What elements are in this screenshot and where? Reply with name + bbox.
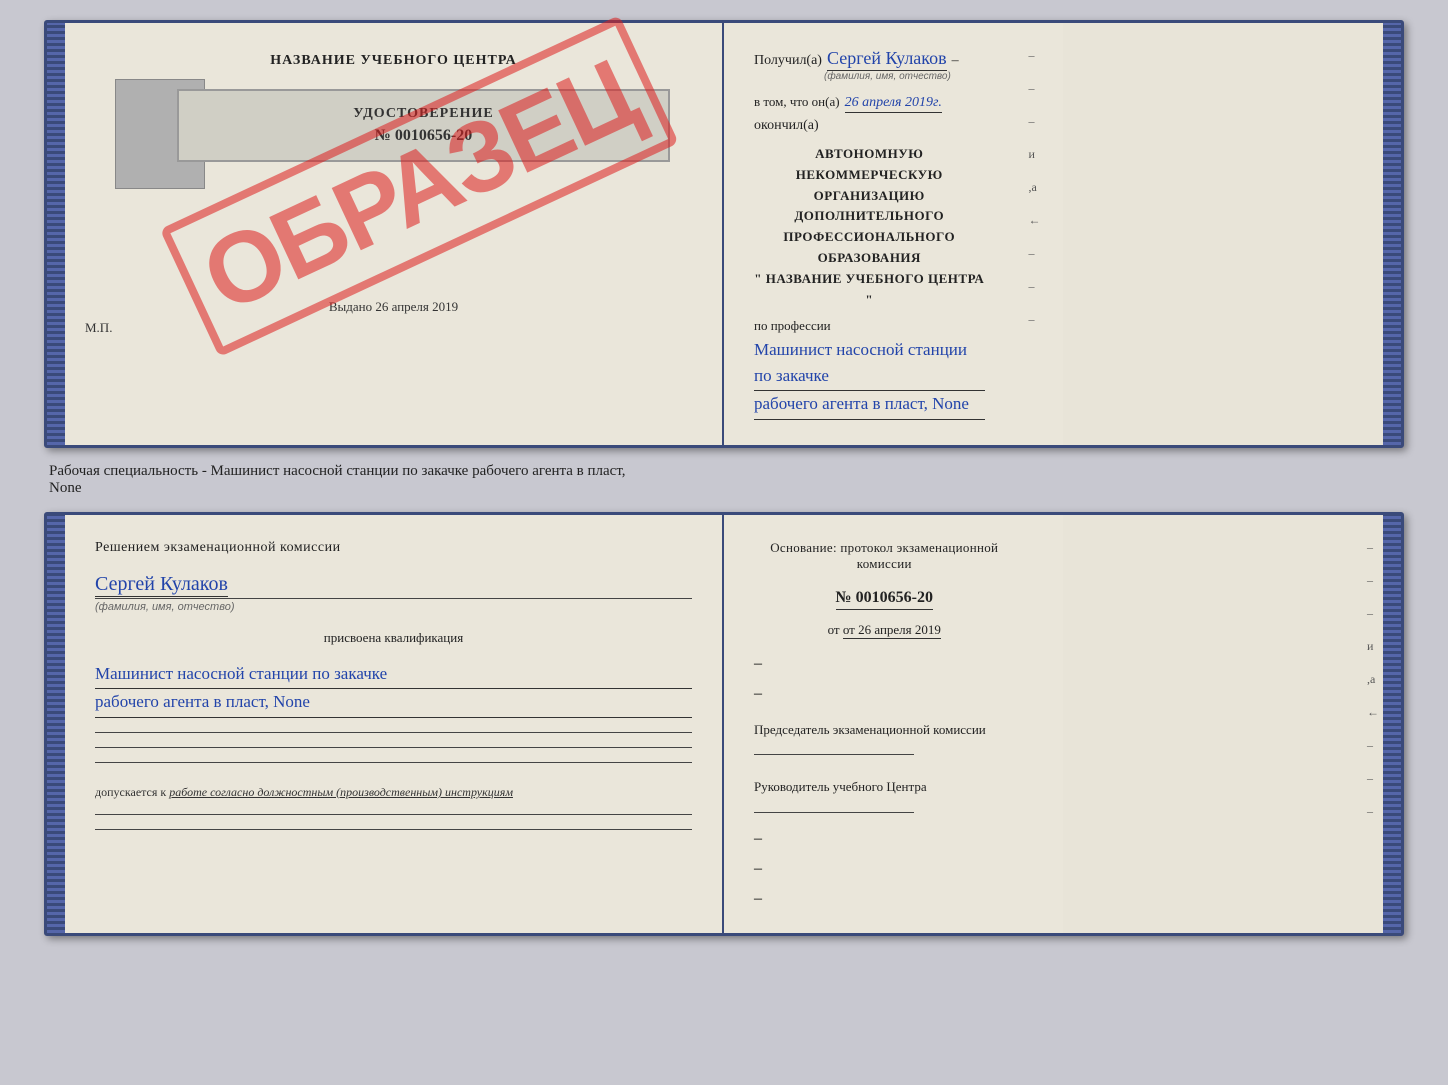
name-hint-top: (фамилия, имя, отчество) bbox=[824, 71, 951, 82]
dash-4: – bbox=[1029, 246, 1041, 261]
po-professii-label: по профессии bbox=[754, 318, 985, 334]
dash-2: – bbox=[1029, 81, 1041, 96]
predsedatel-label: Председатель экзаменационной комиссии bbox=[754, 720, 1015, 740]
dash-r2: – bbox=[754, 860, 762, 877]
spine-right bbox=[1383, 23, 1401, 445]
top-certificate-book: НАЗВАНИЕ УЧЕБНОГО ЦЕНТРА УДОСТОВЕРЕНИЕ №… bbox=[44, 20, 1404, 448]
vtom-label: в том, что он(а) bbox=[754, 94, 840, 110]
rukovoditel-label: Руководитель учебного Центра bbox=[754, 777, 1015, 797]
bdash-3: – bbox=[1367, 606, 1379, 621]
dash-r3: – bbox=[754, 890, 762, 907]
dash-ot: – bbox=[754, 655, 762, 672]
profession-line2-bottom: рабочего агента в пласт, None bbox=[95, 689, 692, 718]
line-sep-5 bbox=[95, 829, 692, 830]
chairman-block: Председатель экзаменационной комиссии bbox=[754, 720, 1015, 756]
resheniem-line: Решением экзаменационной комиссии bbox=[95, 540, 692, 556]
bdash-6: – bbox=[1367, 804, 1379, 819]
bottom-right-page: Основание: протокол экзаменационной коми… bbox=[724, 515, 1063, 933]
bottom-left-inner: Решением экзаменационной комиссии Сергей… bbox=[95, 540, 692, 830]
dopusk-italic: работе согласно должностным (производств… bbox=[169, 785, 513, 799]
spine-left bbox=[47, 23, 65, 445]
okonchil-label: окончил(а) bbox=[754, 118, 819, 134]
dopusk-label: допускается к bbox=[95, 785, 166, 799]
cert-title: НАЗВАНИЕ УЧЕБНОГО ЦЕНТРА bbox=[270, 53, 516, 69]
bdash-и: и bbox=[1367, 639, 1379, 654]
ot-prefix: от bbox=[828, 622, 840, 637]
protocol-number: № 0010656-20 bbox=[836, 589, 933, 610]
bdash-2: – bbox=[1367, 573, 1379, 588]
dash-arrow: ← bbox=[1029, 213, 1041, 228]
vydano-line: Выдано 26 апреля 2019 bbox=[329, 299, 458, 315]
bdash-4: – bbox=[1367, 738, 1379, 753]
rukovoditel-signature bbox=[754, 812, 914, 813]
bottom-label-block: Рабочая специальность - Машинист насосно… bbox=[44, 463, 1404, 497]
dash-а: ,а bbox=[1029, 180, 1041, 195]
bdash-а: ,а bbox=[1367, 672, 1379, 687]
bottom-right-wrapper: – – – и ,а ← – – – Основание: протокол э… bbox=[724, 515, 1401, 933]
cert-left-page: НАЗВАНИЕ УЧЕБНОГО ЦЕНТРА УДОСТОВЕРЕНИЕ №… bbox=[47, 23, 724, 445]
dash-1: – bbox=[1029, 48, 1041, 63]
bdash-arrow: ← bbox=[1367, 705, 1379, 720]
udostoverenie-block: УДОСТОВЕРЕНИЕ № 0010656-20 bbox=[177, 89, 671, 162]
bottom-right-dashes: – – – и ,а ← – – – bbox=[1367, 540, 1379, 819]
line-sep-4 bbox=[95, 814, 692, 815]
line-sep-2 bbox=[95, 747, 692, 748]
udostoverenie-number: № 0010656-20 bbox=[204, 127, 644, 145]
bottom-label-text: Рабочая специальность - Машинист насосно… bbox=[44, 463, 1404, 480]
dash-r1: – bbox=[754, 830, 762, 847]
right-dashes: – – – и ,а ← – – – bbox=[1029, 48, 1041, 327]
cert-right-wrapper: – – – и ,а ← – – – Получил(а) Сергей Кул… bbox=[724, 23, 1401, 445]
mp-line: М.П. bbox=[85, 320, 112, 336]
bottom-spine-left bbox=[47, 515, 65, 933]
dash-5: – bbox=[1029, 279, 1041, 294]
document-wrapper: НАЗВАНИЕ УЧЕБНОГО ЦЕНТРА УДОСТОВЕРЕНИЕ №… bbox=[44, 20, 1404, 936]
person-name-bottom: Сергей Кулаков bbox=[95, 573, 228, 597]
dash-6: – bbox=[1029, 312, 1041, 327]
profession-line1-bottom: Машинист насосной станции по закачке bbox=[95, 661, 692, 690]
chairman-signature bbox=[754, 754, 914, 755]
dash-3: – bbox=[1029, 114, 1041, 129]
bottom-spine-right bbox=[1383, 515, 1401, 933]
ot-line: от от 26 апреля 2019 bbox=[754, 622, 1015, 638]
dopuskaetsya-line: допускается к работе согласно должностны… bbox=[95, 785, 692, 800]
ot-date: от 26 апреля 2019 bbox=[843, 622, 941, 639]
cert-left-inner: НАЗВАНИЕ УЧЕБНОГО ЦЕНТРА УДОСТОВЕРЕНИЕ №… bbox=[85, 43, 702, 315]
vtom-line: в том, что он(а) 26 апреля 2019г. окончи… bbox=[754, 94, 985, 134]
dash-poluchil: – bbox=[952, 53, 959, 69]
profession-line2-top: рабочего агента в пласт, None bbox=[754, 391, 985, 420]
rukovoditel-block: Руководитель учебного Центра bbox=[754, 777, 1015, 813]
name-separator-bottom bbox=[95, 598, 692, 599]
org-line3: " НАЗВАНИЕ УЧЕБНОГО ЦЕНТРА " bbox=[754, 269, 985, 311]
cert-right-inner: Получил(а) Сергей Кулаков – (фамилия, им… bbox=[754, 48, 1015, 420]
bdash-5: – bbox=[1367, 771, 1379, 786]
org-line2: ДОПОЛНИТЕЛЬНОГО ПРОФЕССИОНАЛЬНОГО ОБРАЗО… bbox=[754, 206, 985, 268]
poluchil-label: Получил(а) bbox=[754, 53, 822, 69]
bottom-left-page: Решением экзаменационной комиссии Сергей… bbox=[47, 515, 724, 933]
dash-и: и bbox=[1029, 147, 1041, 162]
cert-date-top: 26 апреля 2019г. bbox=[845, 95, 942, 113]
line-sep-1 bbox=[95, 732, 692, 733]
bottom-certificate-book: Решением экзаменационной комиссии Сергей… bbox=[44, 512, 1404, 936]
udostoverenie-title: УДОСТОВЕРЕНИЕ bbox=[204, 106, 644, 122]
line-sep-3 bbox=[95, 762, 692, 763]
bottom-right-inner: Основание: протокол экзаменационной коми… bbox=[754, 540, 1015, 908]
obrazets-container: УДОСТОВЕРЕНИЕ № 0010656-20 ОБРАЗЕЦ bbox=[85, 79, 702, 279]
osnovaniye-line: Основание: протокол экзаменационной коми… bbox=[754, 540, 1015, 572]
prisvoena-line: присвоена квалификация bbox=[95, 630, 692, 646]
bottom-label-text2: None bbox=[44, 480, 1404, 497]
name-hint-bottom: (фамилия, имя, отчество) bbox=[95, 601, 692, 613]
profession-line1-top: Машинист насосной станции по закачке bbox=[754, 337, 985, 391]
cert-right-page: – – – и ,а ← – – – Получил(а) Сергей Кул… bbox=[724, 23, 1063, 445]
bdash-1: – bbox=[1367, 540, 1379, 555]
org-block: АВТОНОМНУЮ НЕКОММЕРЧЕСКУЮ ОРГАНИЗАЦИЮ ДО… bbox=[754, 144, 985, 310]
org-line1: АВТОНОМНУЮ НЕКОММЕРЧЕСКУЮ ОРГАНИЗАЦИЮ bbox=[754, 144, 985, 206]
dash-ot2: – bbox=[754, 685, 762, 702]
